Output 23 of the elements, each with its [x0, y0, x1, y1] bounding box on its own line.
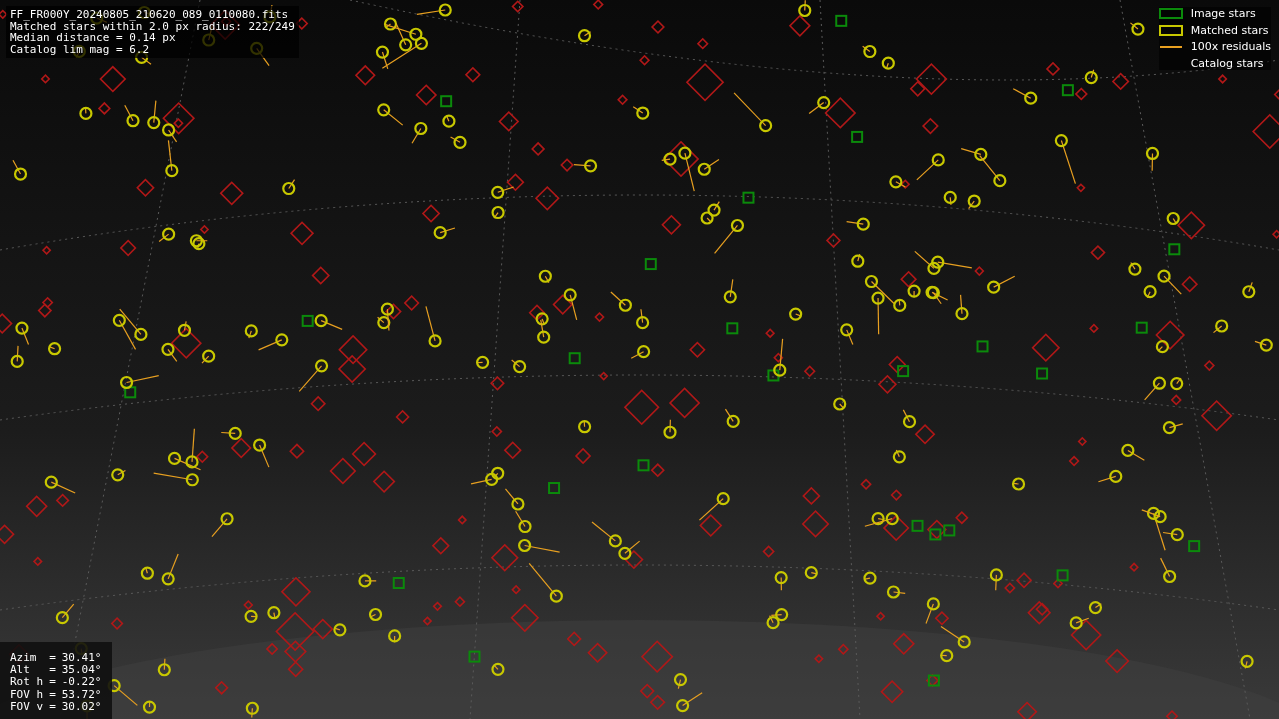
info-line: FF_FR000Y_20240805_210620_089_0110080.fits: [10, 9, 290, 21]
pointing-label: FOV v: [10, 700, 44, 713]
pointing-value: 35.04°: [61, 664, 102, 677]
equals-sign: =: [49, 652, 56, 665]
legend-label: 100x residuals: [1190, 40, 1271, 54]
legend-label: Matched stars: [1190, 23, 1270, 37]
pointing-label: FOV h: [10, 688, 44, 701]
pointing-value: 53.72°: [61, 688, 102, 701]
equals-sign: =: [49, 688, 56, 701]
equals-sign: =: [49, 676, 56, 689]
pointing-value: 30.02°: [61, 700, 102, 713]
pointing-value: 30.41°: [61, 652, 102, 665]
info-line: Matched stars within 2.0 px radius: 222/249: [10, 20, 295, 32]
info-line: Median distance = 0.14 px: [10, 32, 176, 44]
pointing-label: Rot h: [10, 676, 44, 689]
equals-sign: =: [49, 700, 56, 713]
pointing-value: -0.22°: [61, 676, 102, 689]
legend-label: Image stars: [1190, 7, 1257, 21]
equals-sign: =: [49, 664, 56, 677]
pointing-label: Azim: [10, 652, 38, 665]
info-line: Catalog lim mag = 6.2: [10, 43, 151, 55]
pointing-label: Alt: [10, 664, 31, 677]
legend-label: Catalog stars: [1190, 56, 1265, 70]
